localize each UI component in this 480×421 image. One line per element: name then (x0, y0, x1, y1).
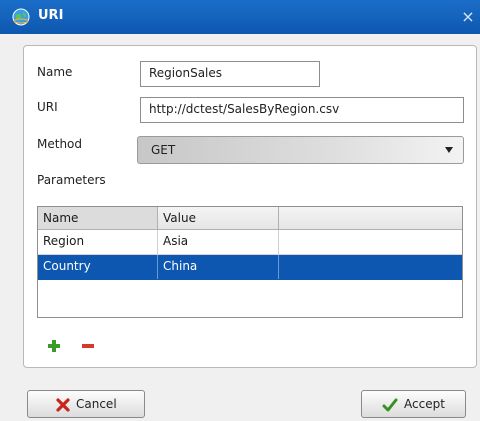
close-icon[interactable]: × (458, 7, 478, 27)
column-header-value[interactable]: Value (158, 207, 279, 229)
uri-label: URI (37, 100, 58, 114)
plus-icon[interactable] (46, 338, 62, 354)
accept-button[interactable]: Accept (361, 390, 466, 418)
checkmark-icon (382, 398, 398, 412)
method-select[interactable]: GET (137, 136, 464, 164)
dialog-title: URI (38, 8, 64, 23)
row-value-cell: China (158, 255, 279, 279)
name-field[interactable]: RegionSales (140, 61, 320, 87)
table-row[interactable]: Region Asia (38, 230, 462, 255)
column-header-name[interactable]: Name (38, 207, 158, 229)
parameters-table: Name Value Region Asia Country China (37, 206, 463, 318)
row-name-cell: Region (38, 230, 158, 254)
column-header-empty[interactable] (279, 207, 462, 229)
row-value-cell: Asia (158, 230, 279, 254)
minus-icon[interactable] (80, 338, 96, 354)
uri-field[interactable]: http://dctest/SalesByRegion.csv (140, 97, 464, 123)
row-empty-cell (279, 230, 462, 254)
name-label: Name (37, 65, 73, 79)
cancel-label: Cancel (76, 397, 117, 411)
title-bar[interactable]: URI × (0, 0, 480, 34)
table-header: Name Value (38, 207, 462, 230)
row-empty-cell (279, 255, 462, 279)
x-icon (56, 398, 70, 412)
accept-label: Accept (404, 397, 445, 411)
uri-dialog: URI × Name RegionSales URI http://dctest… (0, 0, 480, 421)
table-row-selected[interactable]: Country China (38, 255, 462, 280)
parameters-label: Parameters (37, 173, 106, 187)
chevron-down-icon (445, 147, 453, 153)
cancel-button[interactable]: Cancel (27, 390, 145, 418)
method-label: Method (37, 137, 83, 151)
globe-icon (12, 8, 30, 26)
row-name-cell: Country (38, 255, 158, 279)
method-selected-value: GET (151, 143, 176, 157)
